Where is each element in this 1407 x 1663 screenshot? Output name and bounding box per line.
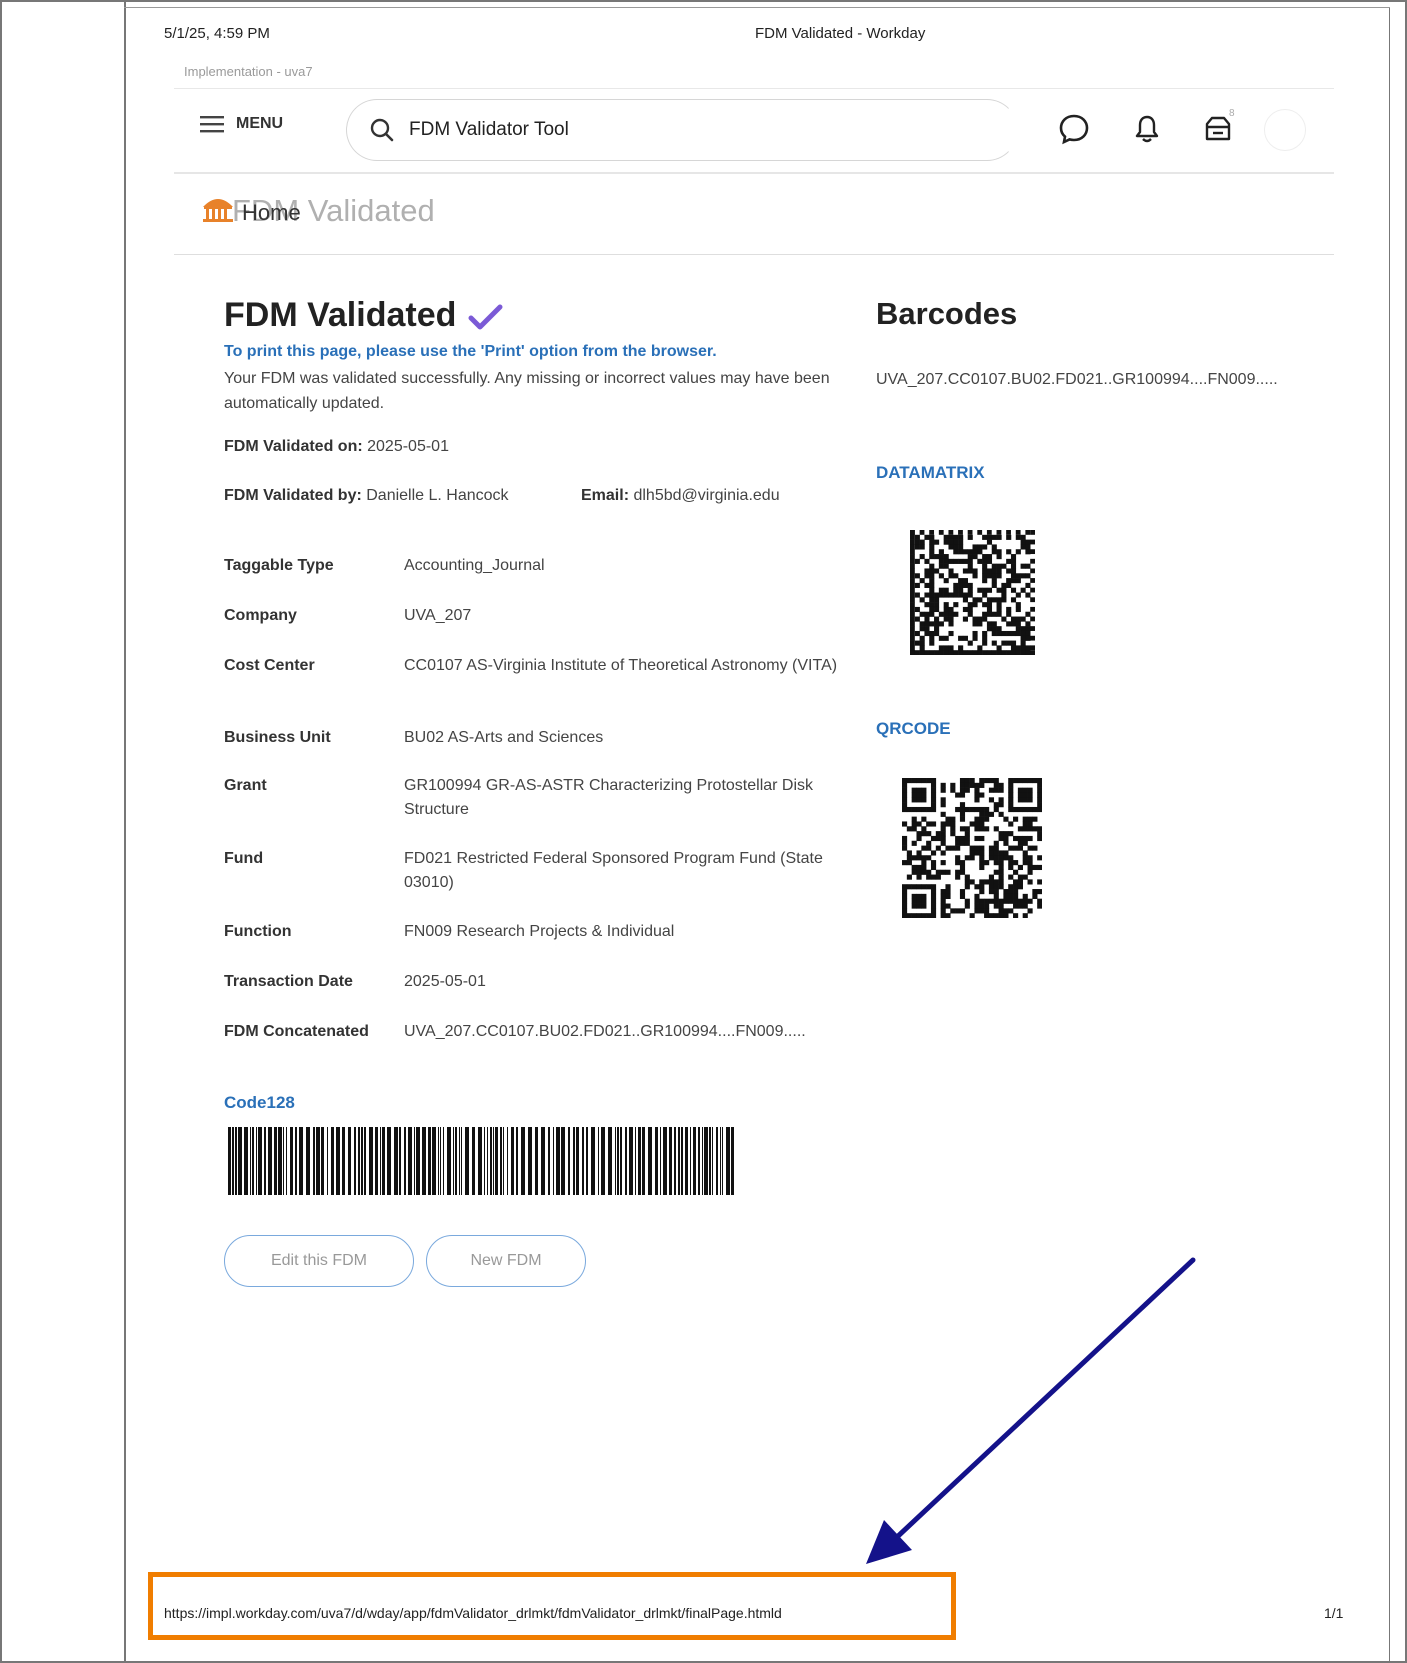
hamburger-icon [200, 116, 224, 133]
validated-on-row: FDM Validated on: 2025-05-01 [224, 438, 449, 456]
notifications-bell-icon [1135, 115, 1159, 143]
validated-by-label: FDM Validated by: [224, 487, 362, 504]
main-title: FDM Validated [224, 296, 457, 334]
field-value: Accounting_Journal [404, 557, 545, 574]
edit-fdm-button[interactable]: Edit this FDM [224, 1235, 414, 1287]
print-page-title: FDM Validated - Workday [755, 25, 926, 42]
qr-code [902, 778, 1042, 918]
topbar-top-line [174, 88, 1334, 89]
search-value: FDM Validator Tool [409, 119, 569, 140]
field-value: 2025-05-01 [404, 973, 486, 990]
page-number: 1/1 [1324, 1605, 1344, 1621]
tenant-label: Implementation - uva7 [184, 64, 313, 79]
right-border [1389, 8, 1390, 1663]
annotation-arrow [866, 1257, 1196, 1564]
search-input[interactable]: FDM Validator Tool [346, 99, 1018, 161]
field-value: FD021 Restricted Federal Sponsored Progr… [404, 850, 823, 891]
field-label: Transaction Date [224, 973, 353, 990]
email-value: dlh5bd@virginia.edu [633, 487, 780, 504]
field-label: Fund [224, 850, 264, 867]
validated-by-value: Danielle L. Hancock [366, 487, 509, 504]
field-value: UVA_207.CC0107.BU02.FD021..GR100994....F… [404, 1023, 806, 1040]
email-label: Email: [581, 487, 630, 504]
field-value: UVA_207 [404, 607, 472, 624]
field-label: Grant [224, 777, 267, 794]
field-label: Cost Center [224, 657, 315, 674]
avatar[interactable] [1264, 109, 1306, 151]
search-icon [370, 118, 394, 142]
field-value: GR100994 GR-AS-ASTR Characterizing Proto… [404, 777, 814, 818]
validated-by-row: FDM Validated by: Danielle L. Hancock [224, 487, 509, 505]
topbar-divider [174, 172, 1334, 174]
inbox-badge: 8 [1229, 108, 1235, 119]
heading-divider [174, 254, 1334, 255]
field-value: CC0107 AS-Virginia Institute of Theoreti… [404, 657, 838, 674]
qrcode-label: QRCODE [876, 719, 951, 738]
home-icon[interactable] [200, 191, 236, 228]
validation-description: Your FDM was validated successfully. Any… [224, 370, 830, 412]
field-label: FDM Concatenated [224, 1023, 369, 1040]
validated-on-value: 2025-05-01 [367, 438, 449, 455]
menu-label: MENU [236, 115, 284, 132]
field-value: FN009 Research Projects & Individual [404, 923, 675, 940]
notifications-button[interactable] [1130, 112, 1164, 146]
breadcrumb-home[interactable]: Home [242, 200, 301, 226]
chat-icon [1059, 114, 1089, 145]
field-label: Business Unit [224, 729, 331, 746]
field-label: Taggable Type [224, 557, 334, 574]
field-label: Company [224, 607, 297, 624]
field-value: BU02 AS-Arts and Sciences [404, 729, 604, 746]
page-url: https://impl.workday.com/uva7/d/wday/app… [164, 1605, 782, 1621]
top-border [124, 7, 1390, 8]
barcode-value: UVA_207.CC0107.BU02.FD021..GR100994....F… [876, 371, 1278, 388]
check-icon [467, 302, 503, 337]
code128-label: Code128 [224, 1093, 295, 1112]
new-fdm-button[interactable]: New FDM [426, 1235, 586, 1287]
chat-button[interactable] [1057, 112, 1091, 146]
barcodes-title: Barcodes [876, 296, 1018, 331]
print-note: To print this page, please use the 'Prin… [224, 343, 717, 360]
code128-barcode [228, 1127, 734, 1195]
print-datetime: 5/1/25, 4:59 PM [164, 25, 270, 42]
datamatrix-code [910, 530, 1035, 655]
datamatrix-label: DATAMATRIX [876, 463, 985, 482]
email-row: Email: dlh5bd@virginia.edu [581, 487, 780, 505]
menu-button[interactable]: MENU [200, 115, 283, 133]
validated-on-label: FDM Validated on: [224, 438, 363, 455]
left-column-border [124, 0, 126, 1663]
field-label: Function [224, 923, 292, 940]
